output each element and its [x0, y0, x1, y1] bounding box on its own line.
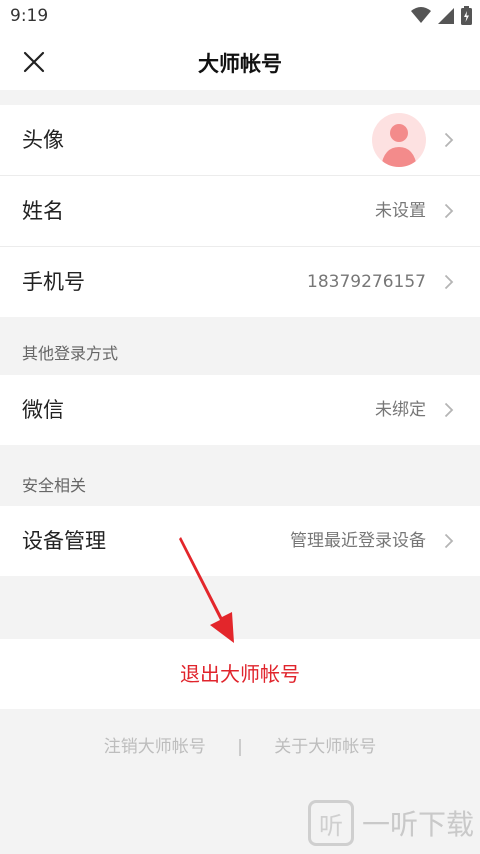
- footer-links: 注销大师帐号 | 关于大师帐号: [0, 732, 480, 757]
- avatar-label: 头像: [22, 128, 64, 152]
- about-account-link[interactable]: 关于大师帐号: [274, 732, 376, 757]
- watermark-logo-icon: 听: [307, 800, 354, 846]
- chevron-right-icon: [444, 402, 454, 418]
- wechat-label: 微信: [22, 398, 64, 422]
- chevron-right-icon: [444, 203, 454, 219]
- footer-separator: |: [237, 737, 243, 757]
- wechat-row[interactable]: 微信 未绑定: [0, 375, 480, 445]
- nav-bar: 大师帐号: [0, 34, 480, 90]
- avatar: [372, 113, 426, 167]
- annotation-arrow-icon: [179, 537, 234, 643]
- chevron-right-icon: [444, 533, 454, 549]
- wifi-icon: [411, 6, 431, 23]
- other-login-header: 其他登录方式: [22, 344, 119, 363]
- wechat-value: 未绑定: [375, 400, 426, 420]
- avatar-row[interactable]: 头像: [0, 105, 480, 176]
- watermark: 听 一听下载: [307, 800, 474, 846]
- name-label: 姓名: [22, 199, 64, 223]
- device-management-label: 设备管理: [22, 529, 106, 553]
- phone-value: 18379276157: [307, 272, 426, 292]
- name-row[interactable]: 姓名 未设置: [0, 176, 480, 247]
- chevron-right-icon: [444, 132, 454, 148]
- chevron-right-icon: [444, 274, 454, 290]
- name-value: 未设置: [375, 201, 426, 221]
- battery-icon: [461, 6, 472, 25]
- security-header: 安全相关: [22, 476, 87, 495]
- cancel-account-link[interactable]: 注销大师帐号: [104, 732, 206, 757]
- user-icon: [381, 124, 417, 167]
- other-login-group: 微信 未绑定: [0, 375, 480, 445]
- logout-button[interactable]: 退出大师帐号: [0, 639, 480, 709]
- profile-group: 头像 姓名 未设置 手机号 18379276157: [0, 105, 480, 317]
- phone-row[interactable]: 手机号 18379276157: [0, 247, 480, 317]
- device-management-value: 管理最近登录设备: [290, 531, 426, 551]
- phone-label: 手机号: [22, 270, 85, 294]
- status-icons: [411, 6, 472, 25]
- page-title: 大师帐号: [198, 52, 282, 76]
- status-time: 9:19: [10, 6, 49, 26]
- status-bar: 9:19: [0, 0, 480, 34]
- watermark-text: 一听下载: [361, 808, 474, 841]
- signal-icon: [438, 7, 454, 24]
